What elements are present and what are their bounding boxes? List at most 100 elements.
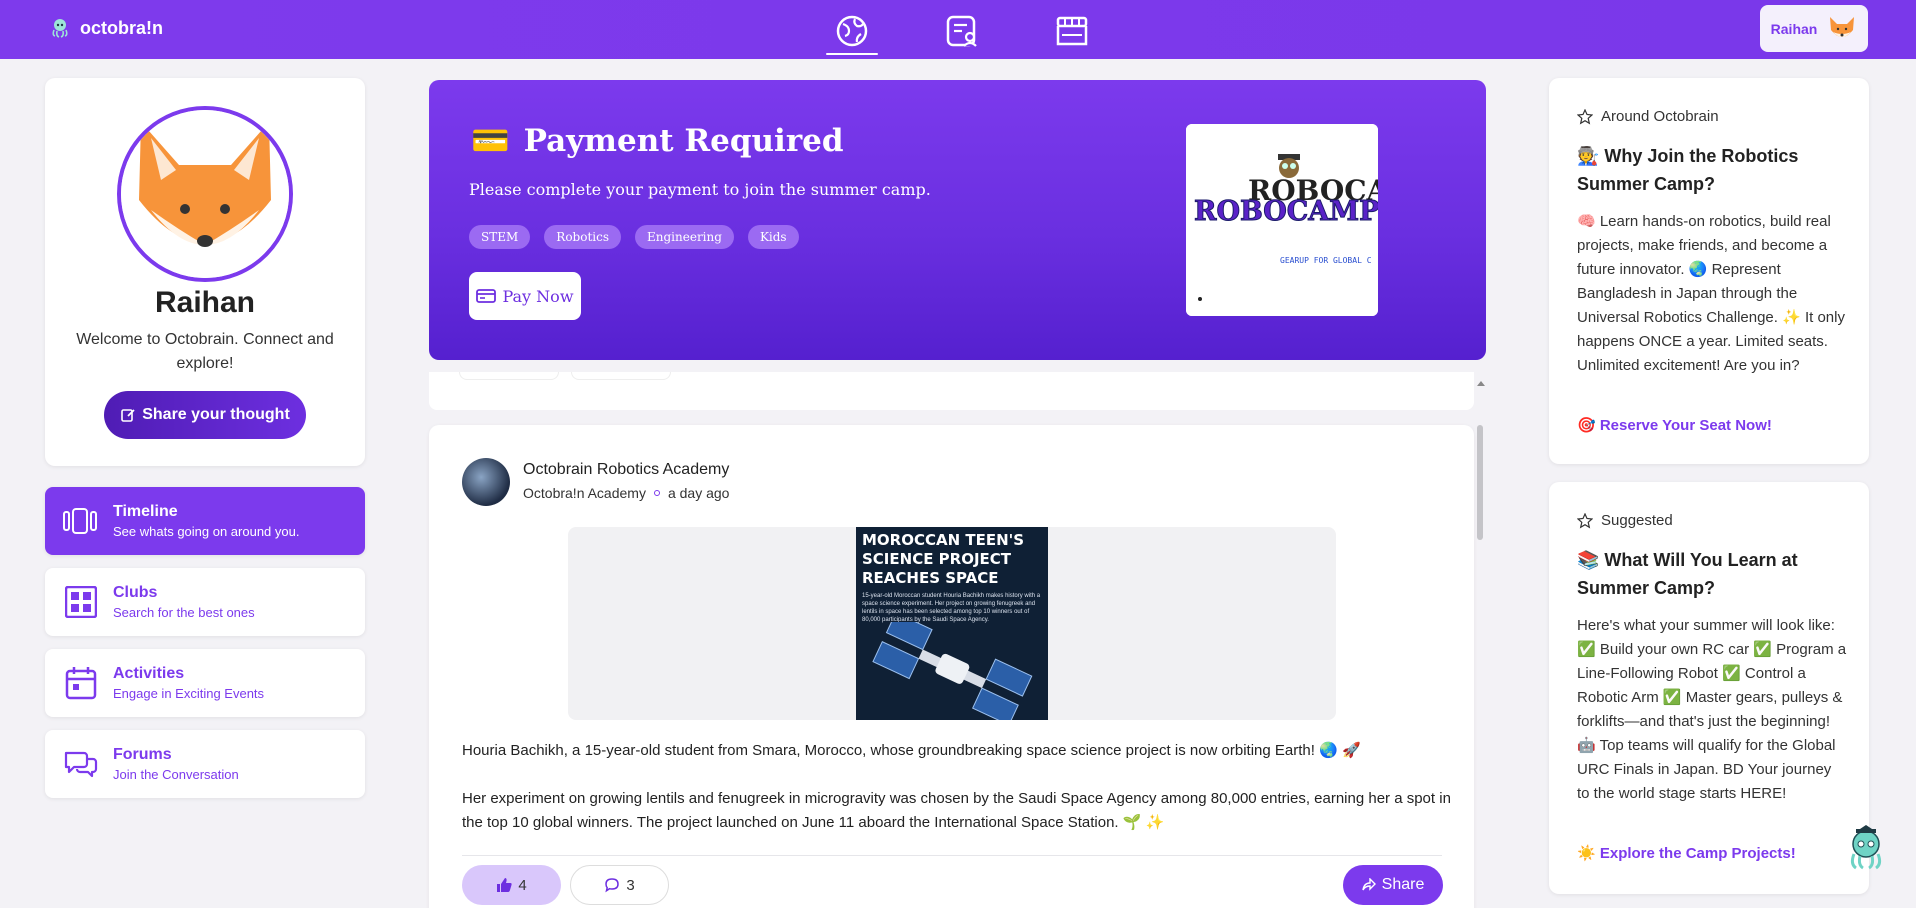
comment-icon — [605, 878, 620, 893]
like-count: 4 — [518, 876, 527, 894]
store-icon — [1056, 16, 1088, 46]
calendar-icon — [65, 667, 97, 700]
payment-title: 💳 Payment Required — [471, 122, 844, 160]
octopus-assistant-icon[interactable] — [1842, 824, 1890, 872]
top-bar: octobra!n Raihan — [0, 0, 1916, 59]
share-arrow-icon — [1361, 878, 1376, 891]
share-button[interactable]: Share — [1343, 865, 1443, 905]
profile-doc-icon — [946, 15, 977, 47]
payment-title-text: Payment Required — [523, 122, 844, 159]
post-paragraph: Her experiment on growing lentils and fe… — [462, 790, 1451, 831]
tag[interactable]: Robotics — [544, 225, 621, 249]
tag-list: STEM Robotics Engineering Kids — [469, 225, 799, 249]
stub-button[interactable] — [459, 372, 559, 380]
sidebar-item-subtitle: Engage in Exciting Events — [113, 686, 265, 701]
news-image[interactable]: MOROCCAN TEEN'S SCIENCE PROJECT REACHES … — [856, 527, 1048, 720]
stub-button[interactable] — [571, 372, 671, 380]
octopus-logo-icon — [52, 19, 68, 38]
scroll-up-arrow-icon[interactable] — [1477, 379, 1485, 387]
sidebar-item-activities[interactable]: Activities Engage in Exciting Events — [45, 649, 365, 717]
sidebar-item-title: Activities — [113, 665, 185, 682]
sidebar-item-clubs[interactable]: Clubs Search for the best ones — [45, 568, 365, 636]
suggested-body: Here's what your summer will look like: … — [1577, 617, 1847, 802]
around-body: 🧠 Learn hands-on robotics, build real pr… — [1577, 213, 1845, 374]
sidebar-item-subtitle: Search for the best ones — [113, 605, 255, 620]
carousel-dot[interactable] — [1198, 297, 1202, 301]
sidebar-item-timeline[interactable]: Timeline See whats going on around you. — [45, 487, 365, 555]
space-station-icon — [872, 622, 1033, 720]
sidebar-item-title: Timeline — [113, 503, 178, 520]
top-nav — [826, 8, 1098, 55]
robocamp-subtitle: GEARUP FOR GLOBAL C — [1280, 256, 1372, 265]
around-label: Around Octobrain — [1601, 108, 1719, 125]
sidebar-item-subtitle: See whats going on around you. — [113, 524, 300, 539]
brand-name: octobra!n — [80, 17, 163, 38]
post-meta: Octobra!n Academy a day ago — [523, 485, 729, 501]
timeline-icon — [63, 508, 97, 534]
around-card: Around Octobrain 🧑‍🏭 Why Join the Roboti… — [1549, 78, 1869, 464]
news-headline: MOROCCAN TEEN'S SCIENCE PROJECT REACHES … — [862, 531, 1025, 587]
post-divider — [462, 855, 1442, 856]
comment-count: 3 — [626, 876, 635, 894]
sidebar-item-forums[interactable]: Forums Join the Conversation — [45, 730, 365, 798]
sidebar-item-title: Clubs — [113, 584, 158, 601]
post-author-avatar[interactable] — [462, 458, 510, 506]
around-header: Around Octobrain — [1577, 108, 1719, 125]
explore-projects-link[interactable]: ☀️ Explore the Camp Projects! — [1577, 844, 1796, 862]
globe-icon — [836, 15, 868, 47]
grid-icon — [65, 586, 97, 618]
share-thought-button[interactable]: Share your thought — [104, 391, 306, 439]
pay-now-button[interactable]: Pay Now — [469, 272, 581, 320]
nav-globe[interactable] — [826, 8, 878, 55]
post-author[interactable]: Octobrain Robotics Academy — [523, 461, 729, 479]
post-paragraph: Houria Bachikh, a 15-year-old student fr… — [462, 742, 1361, 759]
profile-card: Raihan Welcome to Octobrain. Connect and… — [45, 78, 365, 466]
star-icon — [1577, 108, 1593, 125]
sidebar-item-title: Forums — [113, 746, 172, 763]
tag[interactable]: Engineering — [635, 225, 734, 249]
fox-avatar-icon — [121, 110, 289, 278]
suggested-card: Suggested 📚 What Will You Learn at Summe… — [1549, 482, 1869, 894]
tag[interactable]: Kids — [747, 225, 799, 249]
robocamp-title: ROBOCAMP — [1193, 196, 1378, 228]
payment-banner: 💳 Payment Required Please complete your … — [429, 80, 1486, 360]
separator-dot — [653, 490, 660, 496]
suggested-label: Suggested — [1601, 512, 1673, 529]
share-label: Share — [1381, 876, 1425, 893]
user-menu-button[interactable]: Raihan — [1760, 5, 1868, 52]
edit-note-icon — [121, 409, 135, 422]
post-time: a day ago — [667, 485, 730, 501]
user-name: Raihan — [1770, 20, 1818, 37]
scrollbar-thumb[interactable] — [1477, 425, 1483, 540]
card-icon — [476, 289, 497, 303]
profile-name: Raihan — [154, 286, 256, 319]
comment-button[interactable]: 3 — [570, 865, 669, 905]
fox-avatar-icon — [1830, 16, 1855, 37]
suggested-title: 📚 What Will You Learn at Summer Camp? — [1577, 550, 1798, 598]
nav-profile-doc[interactable] — [936, 8, 988, 54]
chat-icon — [64, 751, 98, 778]
reserve-seat-link[interactable]: 🎯 Reserve Your Seat Now! — [1577, 416, 1772, 434]
pay-now-label: Pay Now — [502, 286, 574, 306]
share-thought-label: Share your thought — [142, 406, 290, 423]
like-button[interactable]: 4 — [462, 865, 561, 905]
robocamp-image[interactable]: ROBOCAMP ROBOCAMP GEARUP FOR GLOBAL C — [1186, 124, 1378, 316]
post-media[interactable]: MOROCCAN TEEN'S SCIENCE PROJECT REACHES … — [568, 527, 1336, 720]
news-body: 15-year-old Moroccan student Houria Bach… — [862, 593, 1041, 623]
credit-card-icon: 💳 — [471, 123, 510, 159]
sidebar-item-subtitle: Join the Conversation — [113, 767, 239, 782]
profile-avatar[interactable] — [117, 106, 293, 282]
around-title: 🧑‍🏭 Why Join the Robotics Summer Camp? — [1577, 146, 1799, 194]
profile-welcome: Welcome to Octobrain. Connect and explor… — [76, 331, 334, 372]
nav-store[interactable] — [1046, 8, 1098, 54]
thumbs-up-icon — [497, 878, 512, 892]
brand[interactable]: octobra!n — [48, 16, 163, 40]
payment-description: Please complete your payment to join the… — [469, 180, 931, 199]
suggested-header: Suggested — [1577, 512, 1673, 529]
post-source: Octobra!n Academy — [523, 485, 646, 501]
tag[interactable]: STEM — [469, 225, 531, 249]
previous-post-stub — [429, 372, 1474, 410]
sidebar-nav: Timeline See whats going on around you. … — [45, 487, 365, 811]
star-icon — [1577, 512, 1593, 529]
post-card: Octobrain Robotics Academy Octobra!n Aca… — [429, 425, 1474, 908]
